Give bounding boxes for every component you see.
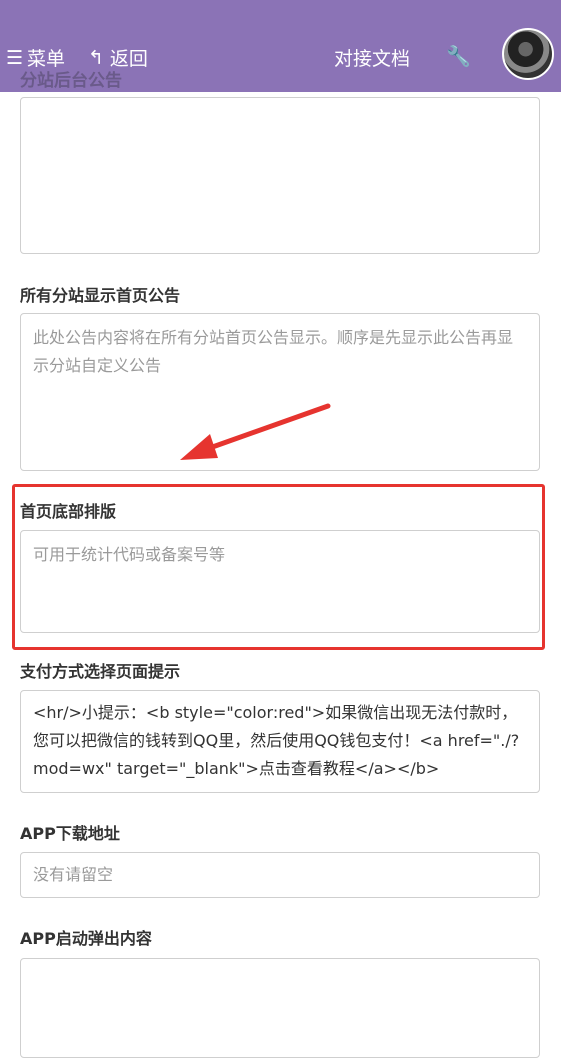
app-download-label: APP下载地址	[20, 824, 120, 843]
annotation-arrow	[180, 403, 331, 460]
back-arrow-icon: ↰	[88, 46, 104, 69]
menu-icon: ☰	[6, 46, 24, 69]
footer-layout-placeholder: 可用于统计代码或备案号等	[33, 545, 226, 564]
menu-label: 菜单	[27, 48, 66, 70]
footer-layout-label: 首页底部排版	[20, 502, 117, 521]
substation-notice-textarea[interactable]	[20, 97, 540, 254]
all-substation-notice-placeholder: 此处公告内容将在所有分站首页公告显示。顺序是先显示此公告再显示分站自定义公告	[33, 328, 514, 375]
docs-link[interactable]: 对接文档	[334, 44, 410, 71]
payment-tip-textarea[interactable]: <hr/>小提示：<b style="color:red">如果微信出现无法付款…	[20, 690, 540, 793]
back-label: 返回	[109, 48, 148, 70]
menu-button[interactable]: ☰ 菜单	[6, 44, 65, 71]
avatar[interactable]	[502, 28, 554, 80]
back-button[interactable]: ↰ 返回	[88, 44, 148, 71]
wrench-icon[interactable]: 🔧	[446, 44, 471, 68]
app-download-input[interactable]: 没有请留空	[20, 852, 540, 898]
app-download-placeholder: 没有请留空	[33, 865, 114, 884]
app-popup-label: APP启动弹出内容	[20, 929, 152, 948]
app-popup-textarea[interactable]	[20, 958, 540, 1058]
footer-layout-textarea[interactable]: 可用于统计代码或备案号等	[20, 530, 540, 633]
all-substation-notice-label: 所有分站显示首页公告	[20, 286, 181, 305]
payment-tip-value: <hr/>小提示：<b style="color:red">如果微信出现无法付款…	[33, 703, 520, 778]
top-navbar: 分站后台公告 ☰ 菜单 ↰ 返回 对接文档 🔧	[0, 0, 561, 92]
payment-tip-label: 支付方式选择页面提示	[20, 662, 181, 681]
